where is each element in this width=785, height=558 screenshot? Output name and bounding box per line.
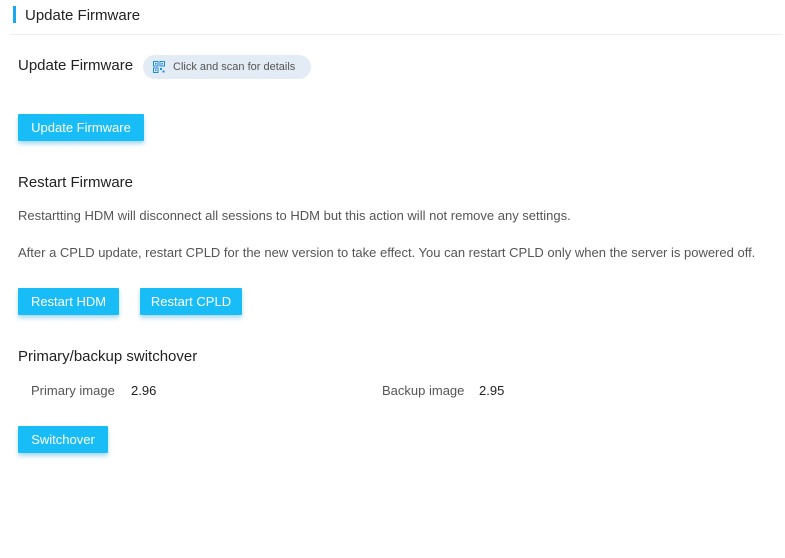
restart-cpld-button[interactable]: Restart CPLD	[140, 288, 242, 315]
page-header: Update Firmware	[10, 0, 782, 35]
backup-image-label: Backup image	[382, 383, 465, 398]
switchover-button[interactable]: Switchover	[18, 426, 108, 453]
switchover-title: Primary/backup switchover	[18, 348, 198, 365]
header-accent-bar	[13, 6, 16, 23]
page-title: Update Firmware	[25, 7, 141, 24]
restart-hdm-button[interactable]: Restart HDM	[18, 288, 119, 315]
qr-code-icon	[153, 61, 165, 73]
primary-image-label: Primary image	[31, 383, 115, 398]
primary-image-value: 2.96	[131, 383, 157, 398]
restart-cpld-description: After a CPLD update, restart CPLD for th…	[18, 245, 756, 260]
update-firmware-title: Update Firmware	[18, 57, 134, 74]
scan-details-button[interactable]: Click and scan for details	[143, 55, 311, 79]
scan-details-label: Click and scan for details	[173, 61, 296, 73]
restart-hdm-description: Restartting HDM will disconnect all sess…	[18, 208, 571, 223]
restart-firmware-title: Restart Firmware	[18, 174, 134, 191]
update-firmware-button[interactable]: Update Firmware	[18, 114, 144, 141]
backup-image-value: 2.95	[479, 383, 505, 398]
